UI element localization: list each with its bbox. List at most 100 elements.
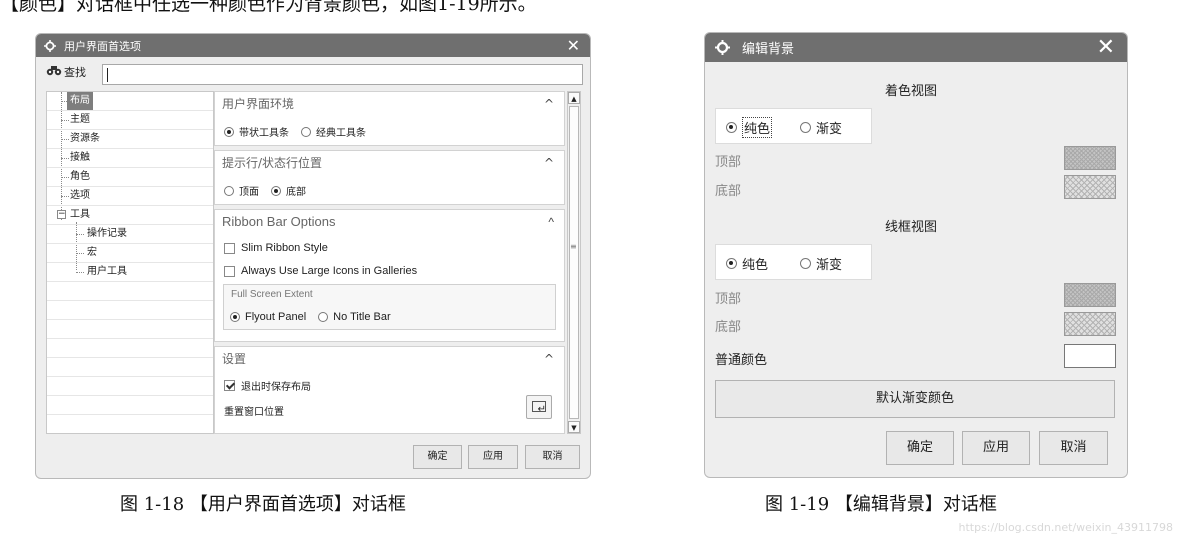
group-header[interactable]: Ribbon Bar Options ^ — [215, 210, 564, 234]
settings-panels: 用户界面环境 ^ 带状工具条 经典工具条 提示行/状态行位置 ^ 顶面 底部 R… — [214, 91, 565, 434]
full-screen-extent-box: Full Screen Extent Flyout Panel No Title… — [223, 284, 556, 330]
wireframe-top-color-swatch[interactable] — [1064, 283, 1116, 307]
binoculars-icon — [46, 65, 62, 79]
gear-icon — [44, 39, 56, 52]
dialog-titlebar: 用户界面首选项 ✕ — [36, 34, 590, 57]
tree-item-user-tools[interactable]: 用户工具 — [47, 263, 213, 282]
slim-ribbon-row: Slim Ribbon Style — [224, 242, 328, 254]
tree-connector — [61, 139, 69, 140]
radio-label: 纯色 — [742, 257, 769, 273]
close-icon[interactable]: ✕ — [567, 34, 580, 57]
radio-wireframe-gradient[interactable] — [800, 257, 811, 269]
tree-item-tools[interactable]: − 工具 — [47, 206, 213, 225]
radio-flyout-panel[interactable] — [230, 312, 240, 322]
full-screen-extent-label: Full Screen Extent — [231, 289, 313, 300]
tree-empty-row — [47, 320, 213, 339]
wireframe-bottom-color-swatch[interactable] — [1064, 312, 1116, 336]
dialog-titlebar: 编辑背景 ✕ — [705, 33, 1127, 62]
radio-bottom[interactable] — [271, 185, 281, 196]
radio-label: 顶面 — [239, 187, 259, 198]
scroll-up-arrow-icon[interactable]: ▲ — [568, 92, 580, 104]
tree-empty-row — [47, 301, 213, 320]
group-header[interactable]: 提示行/状态行位置 ^ — [215, 151, 564, 175]
tree-connector — [61, 177, 69, 178]
tree-empty-row — [47, 396, 213, 415]
tree-connector — [61, 196, 69, 197]
tree-item-label: 宏 — [87, 247, 97, 258]
shaded-top-color-swatch[interactable] — [1064, 146, 1116, 170]
vertical-scrollbar[interactable]: ▲ ≡ ▼ — [567, 91, 581, 434]
shaded-bottom-color-swatch[interactable] — [1064, 175, 1116, 199]
tree-connector — [76, 253, 84, 254]
tree-item-options[interactable]: 选项 — [47, 187, 213, 206]
radio-label: 渐变 — [816, 121, 843, 137]
collapse-chevron-icon[interactable]: ^ — [544, 92, 554, 116]
checkbox-label: 退出时保存布局 — [241, 382, 311, 393]
scroll-down-arrow-icon[interactable]: ▼ — [568, 421, 580, 433]
group-title: 设置 — [222, 352, 247, 366]
tree-item-roles[interactable]: 角色 — [47, 168, 213, 187]
normal-color-swatch[interactable] — [1064, 344, 1116, 368]
wireframe-top-label: 顶部 — [715, 292, 742, 307]
reset-window-label: 重置窗口位置 — [224, 407, 284, 418]
large-icons-checkbox[interactable] — [224, 265, 235, 277]
wireframe-solid-option: 纯色 — [726, 245, 768, 281]
group-header[interactable]: 设置 ^ — [215, 347, 564, 371]
ok-button[interactable]: 确定 — [413, 445, 462, 469]
tree-item-resource-bar[interactable]: 资源条 — [47, 130, 213, 149]
find-input[interactable] — [102, 64, 583, 85]
close-icon[interactable]: ✕ — [1097, 33, 1115, 62]
tree-item-touch[interactable]: 接触 — [47, 149, 213, 168]
radio-shaded-solid[interactable] — [726, 121, 737, 133]
ok-button[interactable]: 确定 — [886, 431, 954, 465]
tree-empty-row — [47, 339, 213, 358]
wireframe-view-radio-box: 纯色 渐变 — [715, 244, 872, 280]
radio-no-title-bar[interactable] — [318, 312, 329, 322]
tree-empty-row — [47, 282, 213, 301]
reset-window-position-button[interactable] — [526, 395, 552, 419]
default-gradient-color-button[interactable]: 默认渐变颜色 — [715, 380, 1115, 418]
radio-wireframe-solid[interactable] — [726, 257, 737, 269]
radio-label: 经典工具条 — [316, 128, 366, 139]
radio-classic-toolbar[interactable] — [301, 126, 311, 137]
group-title: 用户界面环境 — [222, 97, 295, 111]
collapse-toggle[interactable]: − — [57, 210, 66, 219]
tree-item-macro[interactable]: 宏 — [47, 244, 213, 263]
collapse-chevron-icon[interactable]: ^ — [548, 210, 554, 234]
prompt-status-position-group: 提示行/状态行位置 ^ 顶面 底部 — [214, 150, 565, 205]
tree-item-label: 主题 — [70, 114, 90, 125]
scrollbar-thumb[interactable] — [569, 106, 579, 419]
tree-item-label: 角色 — [70, 171, 90, 182]
wireframe-gradient-option: 渐变 — [800, 245, 842, 281]
tree-item-layout[interactable]: 布局 — [47, 92, 213, 111]
radio-label: 带状工具条 — [239, 128, 289, 139]
group-header[interactable]: 用户界面环境 ^ — [215, 92, 564, 116]
save-layout-row: 退出时保存布局 — [224, 378, 311, 393]
tree-connector — [61, 158, 69, 159]
tree-connector — [61, 120, 69, 121]
tree-item-theme[interactable]: 主题 — [47, 111, 213, 130]
tree-connector — [76, 234, 84, 235]
text-caret — [107, 68, 108, 82]
figure-caption-left: 图 1-18 【用户界面首选项】对话框 — [120, 494, 406, 515]
edit-background-dialog: 编辑背景 ✕ 着色视图 纯色 渐变 顶部 底部 线框视图 纯色 渐变 顶部 底部… — [704, 32, 1128, 478]
radio-label: 渐变 — [816, 257, 843, 273]
figure-caption-right: 图 1-19 【编辑背景】对话框 — [765, 494, 997, 515]
collapse-chevron-icon[interactable]: ^ — [544, 347, 554, 371]
wireframe-view-heading: 线框视图 — [885, 220, 938, 235]
cancel-button[interactable]: 取消 — [525, 445, 580, 469]
apply-button[interactable]: 应用 — [468, 445, 518, 469]
save-layout-checkbox[interactable] — [224, 380, 235, 391]
apply-button[interactable]: 应用 — [962, 431, 1030, 465]
slim-ribbon-checkbox[interactable] — [224, 242, 235, 254]
tree-item-journal[interactable]: 操作记录 — [47, 225, 213, 244]
dialog-title: 用户界面首选项 — [64, 39, 141, 53]
tree-item-label: 接触 — [70, 152, 90, 163]
cancel-button[interactable]: 取消 — [1039, 431, 1108, 465]
tree-item-label: 用户工具 — [87, 266, 127, 277]
collapse-chevron-icon[interactable]: ^ — [544, 151, 554, 175]
top-body-text: 【颜色】对话框中任选一种颜色作为背景颜色，如图1-19所示。 — [0, 0, 537, 13]
radio-top[interactable] — [224, 185, 234, 196]
radio-shaded-gradient[interactable] — [800, 121, 811, 133]
radio-ribbon-toolbar[interactable] — [224, 126, 234, 137]
